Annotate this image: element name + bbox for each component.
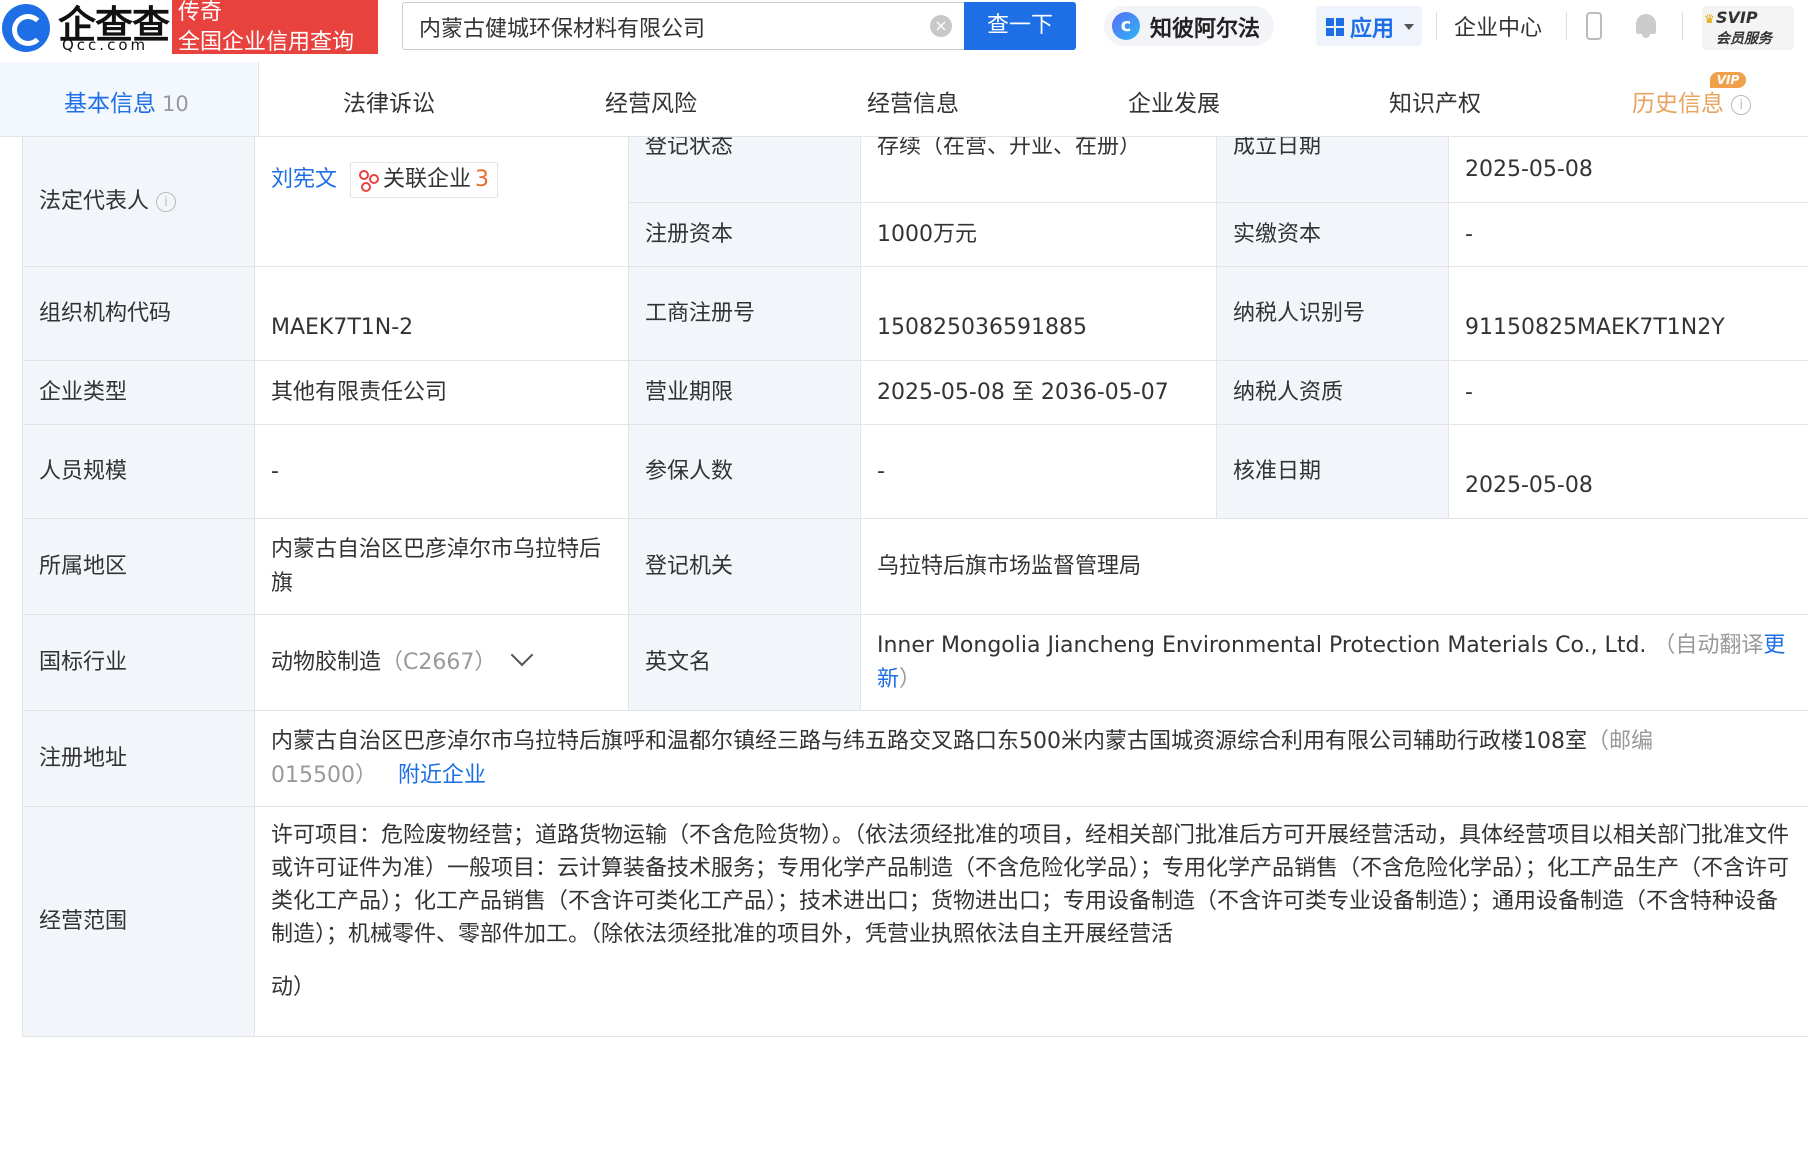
tab-history[interactable]: 历史信息 i [1632, 84, 1752, 118]
tab-basic-info[interactable]: 基本信息 10 [64, 84, 189, 118]
taxpayer-id-value: 91150825MAEK7T1N2Y [1448, 266, 1808, 361]
svip-line2: 会员服务 [1716, 31, 1772, 47]
org-code-value: MAEK7T1N-2 [254, 266, 629, 361]
tab-legal[interactable]: 法律诉讼 [343, 84, 435, 118]
scope-label: 经营范围 [22, 806, 255, 1037]
zhibi-label: 知彼阿尔法 [1150, 17, 1261, 42]
bell-icon[interactable] [1634, 12, 1658, 38]
tab-development[interactable]: 企业发展 [1128, 84, 1220, 118]
enterprise-center-link[interactable]: 企业中心 [1454, 10, 1542, 42]
slogan-line1: 传奇 [178, 0, 223, 25]
related-companies-button[interactable]: 关联企业 3 [350, 162, 499, 198]
reg-status-label: 登记状态 [628, 136, 861, 203]
vip-badge: VIP [1710, 72, 1746, 88]
divider [1566, 12, 1567, 40]
scope-value: 许可项目：危险废物经营；道路货物运输（不含危险货物）。（依法须经批准的项目，经相… [254, 806, 1808, 1037]
apps-label: 应用 [1350, 17, 1395, 42]
industry-code: （C2667） [381, 649, 497, 675]
legal-rep-cell: 刘宪文 关联企业 3 [254, 136, 629, 267]
crown-icon: ♛ [1704, 12, 1715, 26]
biz-reg-no-value: 150825036591885 [860, 266, 1217, 361]
tab-ip[interactable]: 知识产权 [1389, 84, 1481, 118]
founded-value: 2025-05-08 [1448, 136, 1808, 203]
address-value: 内蒙古自治区巴彦淖尔市乌拉特后旗呼和温都尔镇经三路与纬五路交叉路口东500米内蒙… [254, 710, 1808, 807]
region-label: 所属地区 [22, 518, 255, 615]
tab-risk[interactable]: 经营风险 [605, 84, 697, 118]
reg-authority-label: 登记机关 [628, 518, 861, 615]
slogan-line2: 全国企业信用查询 [178, 30, 355, 55]
founded-label: 成立日期 [1216, 136, 1449, 203]
staff-size-value: - [254, 424, 629, 519]
zhibi-alpha-button[interactable]: c 知彼阿尔法 [1104, 6, 1274, 46]
taxpayer-id-label: 纳税人识别号 [1216, 266, 1449, 361]
taxpayer-qual-label: 纳税人资质 [1216, 360, 1449, 425]
approval-date-value: 2025-05-08 [1448, 424, 1808, 519]
reg-capital-value: 1000万元 [860, 202, 1217, 267]
qcc-logo-icon[interactable] [2, 4, 50, 52]
reg-status-value: 存续（在营、开业、在册） [860, 136, 1217, 203]
paid-capital-value: - [1448, 202, 1808, 267]
industry-label: 国标行业 [22, 614, 255, 711]
biz-reg-no-label: 工商注册号 [628, 266, 861, 361]
region-value: 内蒙古自治区巴彦淖尔市乌拉特后旗 [254, 518, 629, 615]
divider [1682, 12, 1683, 40]
info-icon[interactable]: i [156, 191, 177, 212]
slogan-banner: 传奇 全国企业信用查询 [172, 0, 378, 55]
insured-label: 参保人数 [628, 424, 861, 519]
grid-icon [1326, 18, 1344, 36]
section-tabs: 基本信息 10 法律诉讼 经营风险 经营信息 企业发展 知识产权 历史信息 i V… [0, 62, 1808, 137]
reg-capital-label: 注册资本 [628, 202, 861, 267]
english-name-value: Inner Mongolia Jiancheng Environmental P… [860, 614, 1808, 711]
svip-line1: SVIP [1716, 8, 1758, 27]
tab-operations[interactable]: 经营信息 [867, 84, 959, 118]
insured-value: - [860, 424, 1217, 519]
caret-down-icon [1404, 24, 1414, 30]
industry-value: 动物胶制造（C2667） [254, 614, 629, 711]
basic-info-table: 法定代表人 i 刘宪文 关联企业 3 登记状态 存续（在营、开业、在册） 成立日期… [22, 136, 1808, 1037]
company-type-label: 企业类型 [22, 360, 255, 425]
english-name-label: 英文名 [628, 614, 861, 711]
address-label: 注册地址 [22, 710, 255, 807]
biz-term-label: 营业期限 [628, 360, 861, 425]
approval-date-label: 核准日期 [1216, 424, 1449, 519]
info-icon: i [1731, 94, 1752, 115]
chevron-down-icon[interactable] [511, 643, 534, 666]
legal-rep-link[interactable]: 刘宪文 [271, 167, 337, 192]
biz-term-value: 2025-05-08 至 2036-05-07 [860, 360, 1217, 425]
search-box: × [402, 2, 964, 50]
company-type-value: 其他有限责任公司 [254, 360, 629, 425]
top-bar: 企查查 Qcc.com 传奇 全国企业信用查询 × 查一下 c 知彼阿尔法 应用… [0, 0, 1808, 63]
phone-icon[interactable] [1586, 12, 1602, 40]
nearby-companies-link[interactable]: 附近企业 [398, 763, 486, 788]
zhibi-icon: c [1112, 12, 1140, 40]
staff-size-label: 人员规模 [22, 424, 255, 519]
taxpayer-qual-value: - [1448, 360, 1808, 425]
clear-icon[interactable]: × [930, 15, 952, 37]
logo-subtext: Qcc.com [62, 36, 149, 54]
divider [1436, 12, 1437, 40]
relation-icon [359, 170, 380, 192]
svip-button[interactable]: ♛ SVIP 会员服务 [1702, 6, 1794, 50]
apps-menu-button[interactable]: 应用 [1316, 6, 1422, 46]
legal-rep-label: 法定代表人 i [22, 136, 255, 267]
search-input[interactable] [417, 9, 901, 45]
org-code-label: 组织机构代码 [22, 266, 255, 361]
tab-count: 10 [162, 92, 189, 116]
search-button[interactable]: 查一下 [964, 2, 1076, 50]
paid-capital-label: 实缴资本 [1216, 202, 1449, 267]
reg-authority-value: 乌拉特后旗市场监督管理局 [860, 518, 1808, 615]
